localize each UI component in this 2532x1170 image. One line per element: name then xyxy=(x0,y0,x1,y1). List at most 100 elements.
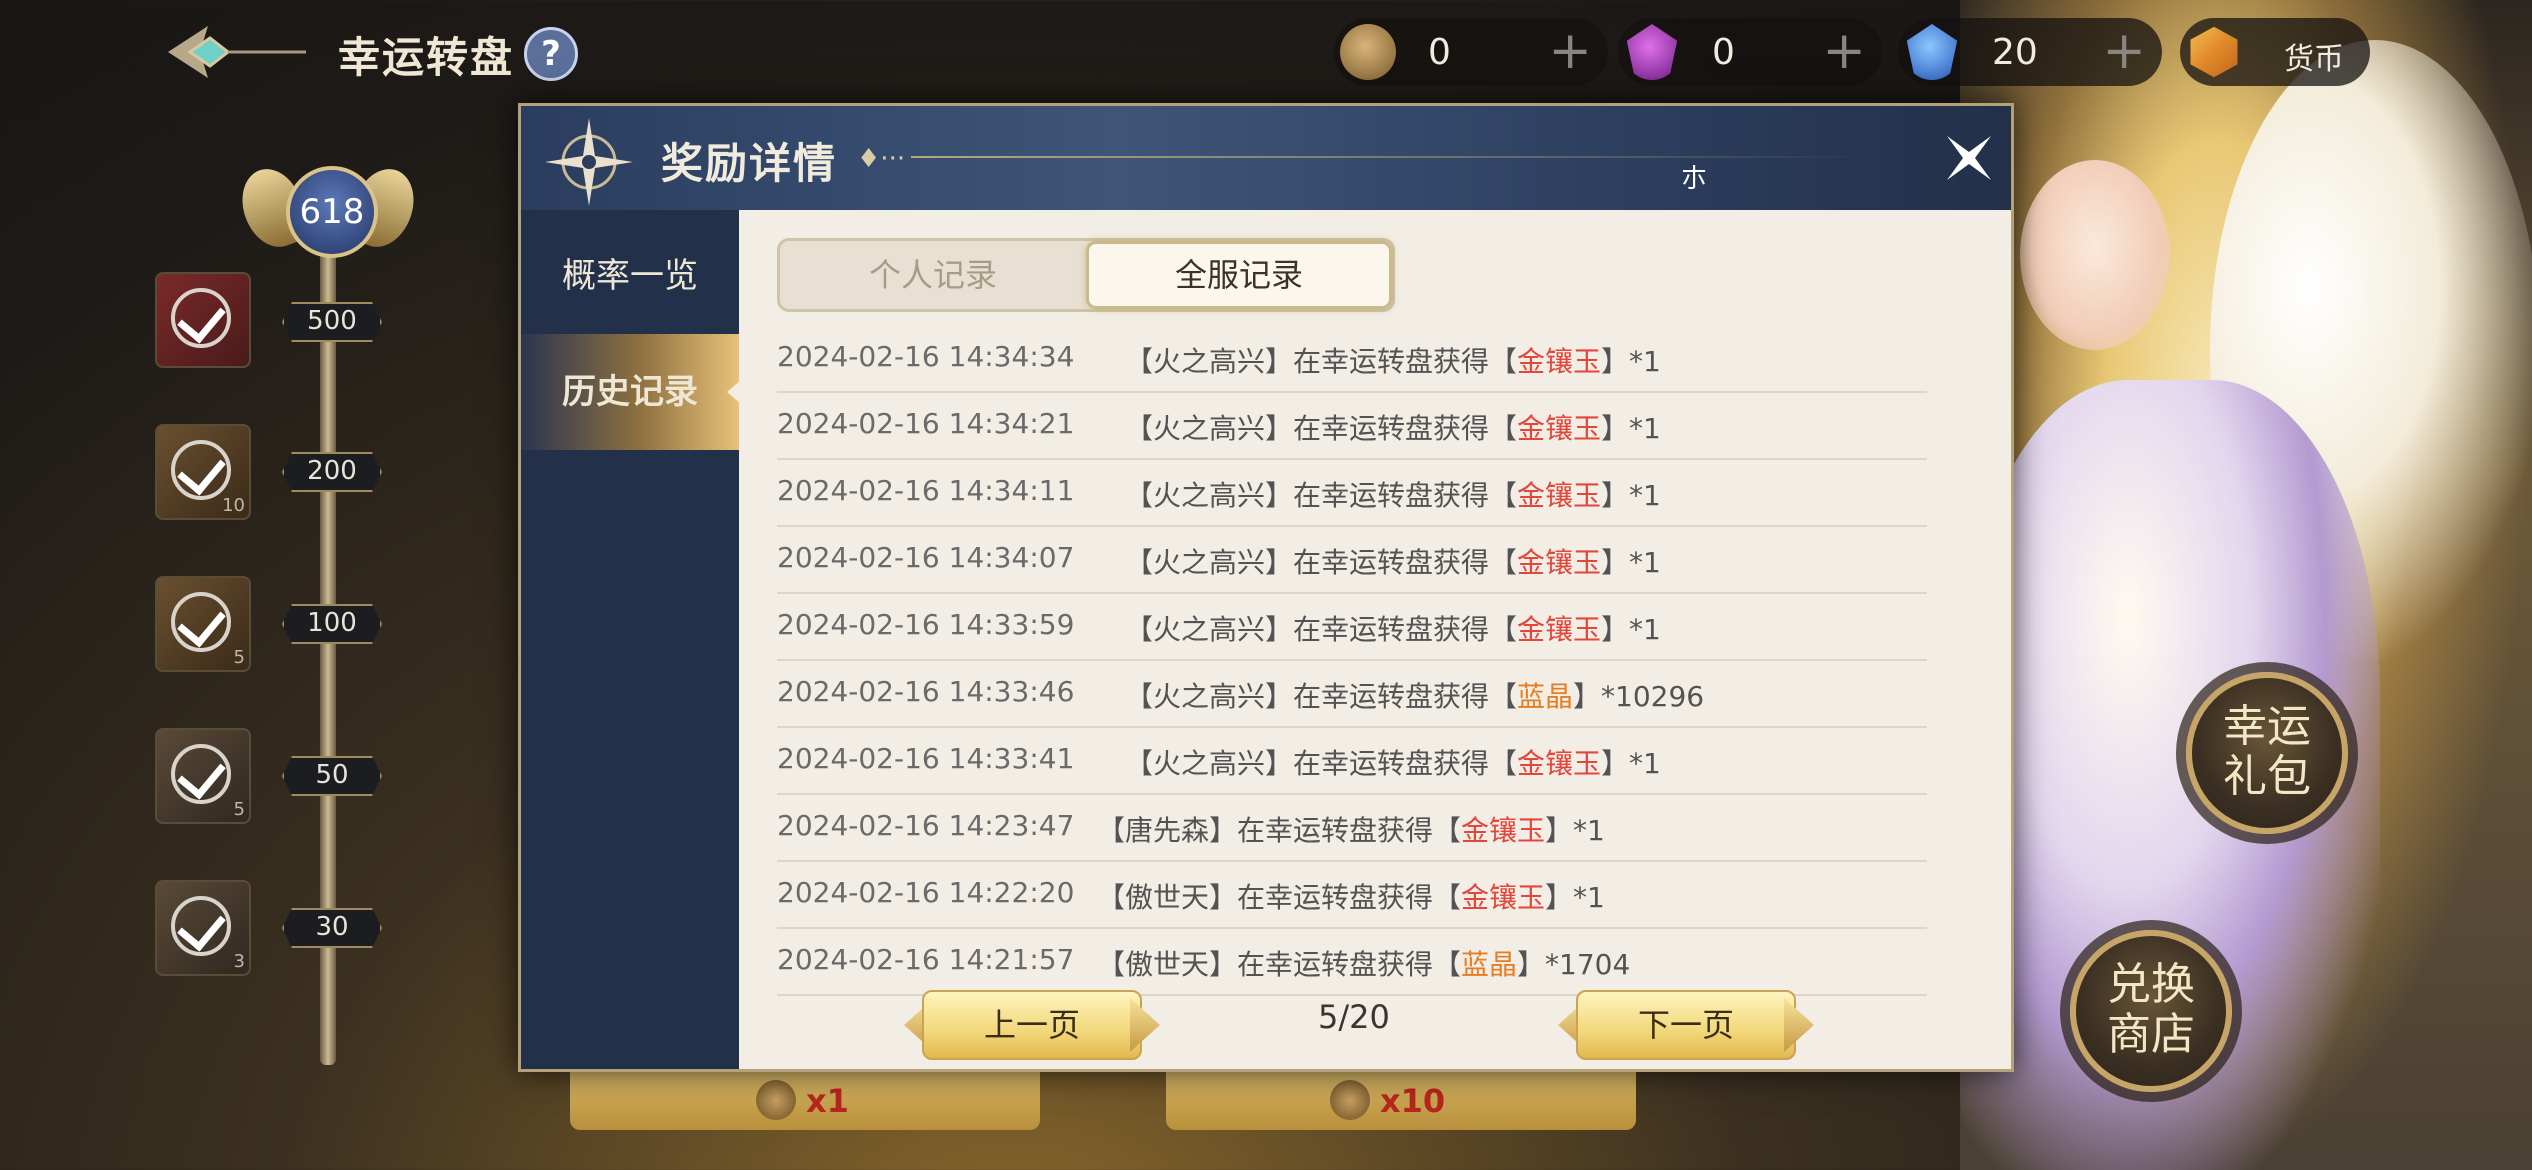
header-glyph: 朩 xyxy=(1681,164,1708,194)
record-scope-toggle: 个人记录 全服记录 xyxy=(777,238,1395,312)
currency-purple-gem-value: 0 xyxy=(1712,32,1735,73)
milestone-label-50: 50 xyxy=(282,756,382,796)
progress-badge: 618 xyxy=(232,158,424,268)
record-text: 【火之高兴】在幸运转盘获得【 xyxy=(1125,747,1518,780)
list-item: 2024-02-16 14:33:59 【火之高兴】在幸运转盘获得【金镶玉】*1 xyxy=(777,592,1927,661)
record-text: 【傲世天】在幸运转盘获得【 xyxy=(1097,948,1462,981)
exchange-shop-button[interactable]: 兑换 商店 xyxy=(2070,930,2232,1092)
record-time: 2024-02-16 14:33:59 xyxy=(777,608,1075,641)
next-page-label: 下一页 xyxy=(1637,1006,1734,1044)
list-item: 2024-02-16 14:34:34 【火之高兴】在幸运转盘获得【金镶玉】*1 xyxy=(777,324,1927,393)
milestone-label-200: 200 xyxy=(282,452,382,492)
milestone-reward-500[interactable] xyxy=(155,272,251,368)
add-purple-gem-button[interactable]: + xyxy=(1822,22,1866,80)
lucky-gift-label-2: 礼包 xyxy=(2223,751,2311,802)
record-amount: 】*1 xyxy=(1545,881,1605,914)
currency-coin: 0 + xyxy=(1334,18,1608,86)
help-icon[interactable]: ? xyxy=(524,27,578,81)
record-message: 【火之高兴】在幸运转盘获得【金镶玉】*1 xyxy=(1125,608,1661,648)
record-text: 【唐先森】在幸运转盘获得【 xyxy=(1097,814,1462,847)
spin-once-cost: x1 xyxy=(806,1082,849,1120)
milestone-count: 5 xyxy=(233,799,245,820)
top-bar: 幸运转盘 ? 0 + 0 + 20 + 货币 xyxy=(0,0,2532,100)
page-title: 幸运转盘 xyxy=(338,33,515,82)
lucky-gift-button[interactable]: 幸运 礼包 xyxy=(2186,672,2348,834)
check-icon xyxy=(171,592,231,652)
record-item: 金镶玉 xyxy=(1517,479,1602,512)
side-tab-bar: 概率一览 历史记录 xyxy=(521,210,741,1069)
record-message: 【傲世天】在幸运转盘获得【金镶玉】*1 xyxy=(1097,876,1605,916)
currency-blue-crystal: 20 + xyxy=(1898,18,2162,86)
record-message: 【傲世天】在幸运转盘获得【蓝晶】*1704 xyxy=(1097,943,1630,983)
dialog-header: 奖励详情 ♦··· 朩 xyxy=(521,106,2011,210)
record-time: 2024-02-16 14:33:41 xyxy=(777,742,1075,775)
purple-gem-icon xyxy=(1626,24,1678,80)
record-item: 金镶玉 xyxy=(1517,546,1602,579)
tab-personal-records[interactable]: 个人记录 xyxy=(780,241,1086,309)
list-item: 2024-02-16 14:21:57 【傲世天】在幸运转盘获得【蓝晶】*170… xyxy=(777,927,1927,996)
record-amount: 】*1 xyxy=(1601,546,1661,579)
milestone-reward-200[interactable]: 10 xyxy=(155,424,251,520)
prev-page-label: 上一页 xyxy=(983,1006,1080,1044)
record-message: 【火之高兴】在幸运转盘获得【金镶玉】*1 xyxy=(1125,474,1661,514)
back-arrow-icon[interactable] xyxy=(160,20,310,84)
tab-probability[interactable]: 概率一览 xyxy=(521,218,739,334)
compass-star-icon xyxy=(545,118,633,206)
milestone-count: 10 xyxy=(222,495,245,516)
list-item: 2024-02-16 14:23:47 【唐先森】在幸运转盘获得【金镶玉】*1 xyxy=(777,793,1927,862)
record-item: 蓝晶 xyxy=(1461,948,1518,981)
record-text: 【火之高兴】在幸运转盘获得【 xyxy=(1125,479,1518,512)
reward-details-dialog: 奖励详情 ♦··· 朩 概率一览 历史记录 个人记录 全服记录 2024-02-… xyxy=(518,103,2014,1072)
tab-history[interactable]: 历史记录 xyxy=(521,334,741,450)
milestone-reward-50[interactable]: 5 xyxy=(155,728,251,824)
check-icon xyxy=(171,440,231,500)
milestone-reward-100[interactable]: 5 xyxy=(155,576,251,672)
list-item: 2024-02-16 14:34:21 【火之高兴】在幸运转盘获得【金镶玉】*1 xyxy=(777,391,1927,460)
record-time: 2024-02-16 14:34:07 xyxy=(777,541,1075,574)
coin-icon xyxy=(1340,24,1396,80)
prev-page-button[interactable]: 上一页 xyxy=(902,990,1162,1060)
list-item: 2024-02-16 14:33:46 【火之高兴】在幸运转盘获得【蓝晶】*10… xyxy=(777,659,1927,728)
next-page-button[interactable]: 下一页 xyxy=(1556,990,1816,1060)
lucky-gift-label-1: 幸运 xyxy=(2223,701,2311,752)
record-item: 金镶玉 xyxy=(1517,412,1602,445)
list-item: 2024-02-16 14:22:20 【傲世天】在幸运转盘获得【金镶玉】*1 xyxy=(777,860,1927,929)
milestone-reward-30[interactable]: 3 xyxy=(155,880,251,976)
currency-blue-crystal-value: 20 xyxy=(1992,32,2038,73)
tab-server-records[interactable]: 全服记录 xyxy=(1086,241,1392,309)
coin-icon xyxy=(756,1080,796,1120)
record-item: 金镶玉 xyxy=(1517,613,1602,646)
coin-icon xyxy=(1330,1080,1370,1120)
record-message: 【唐先森】在幸运转盘获得【金镶玉】*1 xyxy=(1097,809,1605,849)
record-item: 金镶玉 xyxy=(1517,345,1602,378)
currency-label: 货币 xyxy=(2284,42,2344,77)
record-item: 金镶玉 xyxy=(1461,814,1546,847)
milestone-label-500: 500 xyxy=(282,302,382,342)
record-time: 2024-02-16 14:34:11 xyxy=(777,474,1075,507)
add-blue-crystal-button[interactable]: + xyxy=(2102,22,2146,80)
page-indicator: 5/20 xyxy=(1318,998,1390,1036)
close-icon[interactable] xyxy=(1939,128,1999,188)
progress-value: 618 xyxy=(286,166,378,258)
record-text: 【傲世天】在幸运转盘获得【 xyxy=(1097,881,1462,914)
add-coin-button[interactable]: + xyxy=(1548,22,1592,80)
history-panel: 个人记录 全服记录 2024-02-16 14:34:34 【火之高兴】在幸运转… xyxy=(739,210,2011,1069)
header-divider xyxy=(911,156,1871,158)
record-item: 金镶玉 xyxy=(1461,881,1546,914)
check-icon xyxy=(171,744,231,804)
record-amount: 】*1 xyxy=(1545,814,1605,847)
record-amount: 】*10296 xyxy=(1573,680,1705,713)
currency-coin-value: 0 xyxy=(1428,32,1451,73)
record-amount: 】*1 xyxy=(1601,345,1661,378)
dialog-title: 奖励详情 xyxy=(661,139,838,188)
title-decoration: ♦··· xyxy=(857,144,906,174)
record-time: 2024-02-16 14:34:21 xyxy=(777,407,1075,440)
cube-icon xyxy=(2190,26,2238,78)
exchange-shop-label-2: 商店 xyxy=(2107,1009,2195,1060)
milestone-count: 5 xyxy=(233,647,245,668)
record-message: 【火之高兴】在幸运转盘获得【金镶玉】*1 xyxy=(1125,742,1661,782)
record-message: 【火之高兴】在幸运转盘获得【蓝晶】*10296 xyxy=(1125,675,1704,715)
milestone-count: 3 xyxy=(233,951,245,972)
record-amount: 】*1704 xyxy=(1517,948,1631,981)
hero-face xyxy=(2020,160,2170,350)
